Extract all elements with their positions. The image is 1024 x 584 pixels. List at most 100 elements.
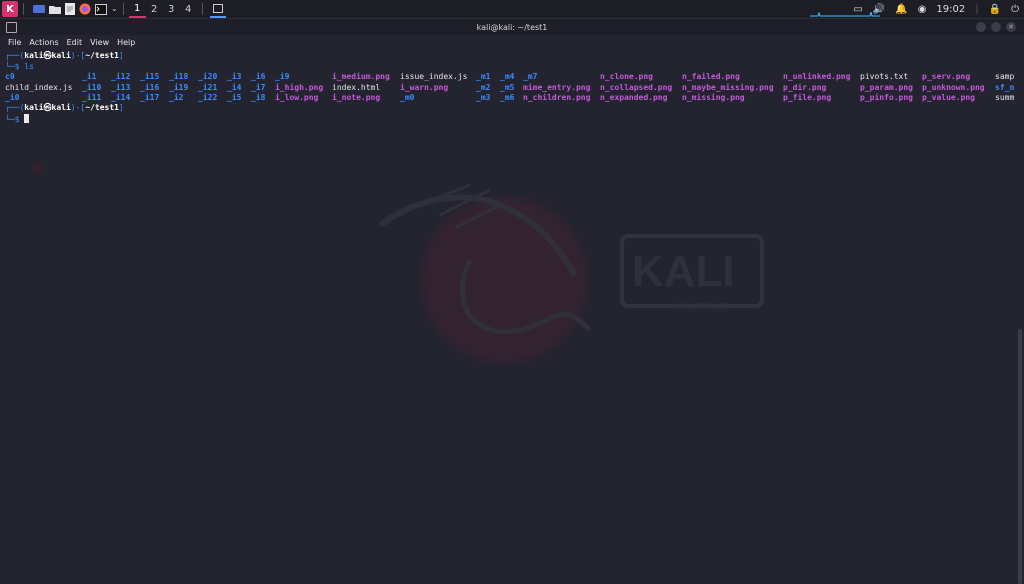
ls-entry: p_dir.png [783, 82, 827, 92]
ls-entry: i_high.png [275, 82, 324, 92]
prompt-path: ~/test1 [85, 103, 119, 112]
ls-entry: pivots.txt [860, 72, 909, 81]
maximize-button[interactable] [991, 22, 1001, 32]
menu-actions[interactable]: Actions [29, 38, 58, 47]
firefox-icon[interactable] [79, 2, 91, 16]
ls-entry: _i21 [198, 82, 218, 92]
command-line: └─$ ls [5, 62, 34, 73]
ls-entry: _i1 [82, 72, 97, 81]
ls-entry: i_note.png [332, 93, 381, 102]
system-tray: ▭ 🔊 🔔 ◉ 19:02 | 🔒 ⏻ [848, 0, 1024, 18]
ls-entry: _i12 [111, 72, 131, 81]
volume-icon[interactable]: 🔊 [873, 4, 885, 15]
terminal-icon [212, 3, 223, 13]
menu-bar: File Actions Edit View Help [0, 35, 1024, 49]
ls-entry: _m7 [523, 72, 538, 81]
notification-bell-icon[interactable]: 🔔 [895, 4, 907, 15]
ls-entry: _i20 [198, 72, 218, 81]
prompt-arrow: └─$ [5, 61, 20, 71]
ls-entry: _m6 [500, 93, 515, 102]
prompt-bracket: ] [118, 51, 124, 60]
menu-view[interactable]: View [90, 38, 109, 47]
ls-entry: issue_index.js [400, 72, 468, 81]
ls-entry: p_value.png [922, 93, 975, 102]
clock[interactable]: 19:02 [936, 4, 965, 15]
minimize-button[interactable] [976, 22, 986, 32]
ls-entry: n_children.png [523, 93, 591, 102]
workspace-3[interactable]: 3 [163, 0, 180, 18]
ls-entry: _i0 [5, 93, 20, 102]
ls-entry: _i10 [82, 82, 102, 92]
ls-entry: _i14 [111, 93, 131, 102]
terminal-window: kali@kali: ~/test1 ✕ File Actions Edit V… [0, 19, 1024, 584]
menu-edit[interactable]: Edit [67, 38, 83, 47]
prompt-user: kali㉿kali [24, 51, 71, 60]
ls-entry: _i17 [140, 93, 160, 102]
ls-entry: p_serv.png [922, 72, 971, 81]
window-controls: ✕ [971, 22, 1016, 32]
terminal-output[interactable]: ┌──(kali㉿kali)-[~/test1] └─$ ls c0 _i1 _i1… [0, 51, 1024, 576]
command-line: └─$ [5, 113, 30, 125]
terminal-scrollbar[interactable] [1018, 329, 1022, 584]
ls-entry: _i9 [275, 72, 290, 81]
ls-entry: _m2 [476, 82, 491, 92]
prompt-arrow: └─$ [5, 114, 20, 124]
taskbar-terminal-window[interactable] [209, 0, 226, 18]
ls-entry: _i11 [82, 93, 102, 102]
kali-menu-icon[interactable]: K [2, 1, 18, 17]
ls-entry: _m0 [400, 93, 415, 102]
menu-file[interactable]: File [8, 38, 21, 47]
top-panel: K ⌄ 1 2 3 4 ▭ 🔊 🔔 ◉ 19:02 | 🔒 ⏻ [0, 0, 1024, 19]
display-icon[interactable]: ▭ [853, 4, 862, 15]
ls-entry: _i8 [251, 93, 266, 102]
prompt-bracket: )-[ [70, 103, 86, 112]
ls-entry: _i3 [227, 72, 242, 81]
lock-icon[interactable]: 🔒 [989, 4, 1001, 15]
text-editor-icon[interactable] [65, 2, 75, 16]
ls-entry: _i15 [140, 72, 160, 81]
ls-entry: n_failed.png [682, 72, 740, 81]
prompt-user: kali㉿kali [24, 103, 71, 112]
close-button[interactable]: ✕ [1006, 22, 1016, 32]
panel-separator [122, 3, 124, 15]
panel-separator [201, 3, 203, 15]
workspace-2[interactable]: 2 [146, 0, 163, 18]
ls-entry: _i2 [169, 93, 184, 102]
prompt-line: ┌──(kali㉿kali)-[~/test1] [5, 51, 124, 62]
ls-entry: child_index.js [5, 82, 73, 92]
file-manager-icon[interactable] [49, 2, 61, 16]
window-titlebar[interactable]: kali@kali: ~/test1 ✕ [0, 19, 1024, 35]
ls-entry: i_low.png [275, 93, 319, 102]
ls-entry: _m1 [476, 72, 491, 81]
ls-entry: sf_n [995, 82, 1015, 92]
ls-entry: p_pinfo.png [860, 93, 913, 102]
ls-entry: _m3 [476, 93, 491, 102]
ls-entry: n_collapsed.png [600, 82, 673, 92]
ls-entry: _m5 [500, 82, 515, 92]
terminal-launcher-icon[interactable] [95, 2, 107, 16]
workspace-4[interactable]: 4 [180, 0, 197, 18]
ls-entry: _i5 [227, 93, 242, 102]
text-cursor [24, 113, 30, 123]
terminal-icon [6, 22, 17, 33]
ls-entry: _i16 [140, 82, 160, 92]
ls-entry: n_missing.png [682, 93, 745, 102]
show-desktop-icon[interactable] [33, 2, 45, 16]
ls-entry: i_medium.png [332, 72, 390, 81]
logout-icon[interactable]: ⏻ [1011, 4, 1019, 15]
power-manager-icon[interactable]: ◉ [918, 4, 927, 15]
ls-entry: mime_entry.png [523, 82, 591, 92]
ls-entry: _i13 [111, 82, 131, 92]
prompt-bracket: ] [118, 103, 124, 112]
chevron-down-icon[interactable]: ⌄ [111, 2, 118, 16]
ls-entry: _m4 [500, 72, 515, 81]
workspace-1[interactable]: 1 [128, 0, 146, 18]
ls-entry: c0 [5, 72, 15, 81]
ls-entry: n_maybe_missing.png [682, 82, 774, 92]
ls-entry: _i22 [198, 93, 218, 102]
ls-entry: p_param.png [860, 82, 913, 92]
ls-entry: samp [995, 72, 1015, 81]
ls-entry: _i18 [169, 72, 189, 81]
menu-help[interactable]: Help [117, 38, 135, 47]
ls-entry: i_warn.png [400, 82, 449, 92]
